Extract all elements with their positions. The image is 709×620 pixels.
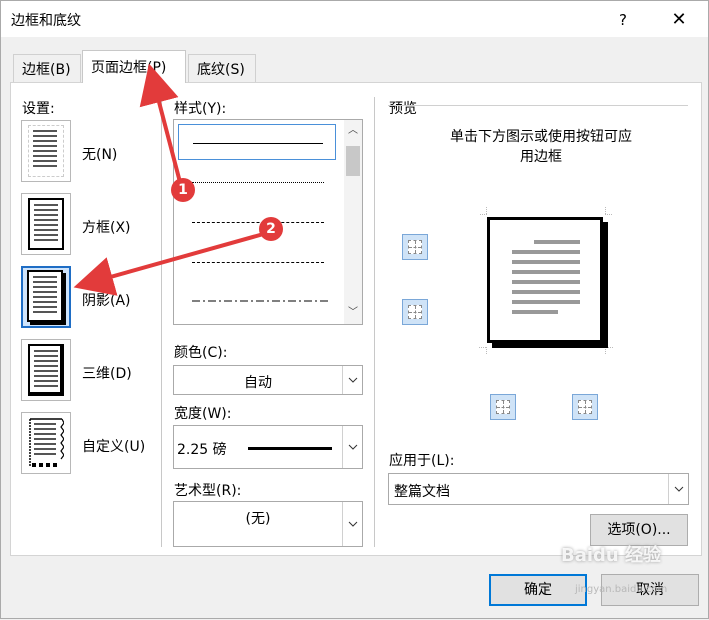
- help-button[interactable]: ?: [605, 7, 641, 33]
- corner-mark: [605, 207, 613, 215]
- border-right-icon: [578, 400, 592, 414]
- setting-box-label: 方框(X): [82, 220, 131, 236]
- setting-shadow[interactable]: [21, 266, 71, 328]
- style-item-solid[interactable]: [178, 124, 336, 160]
- setting-none[interactable]: [21, 120, 71, 182]
- border-left-icon: [496, 400, 510, 414]
- bottom-border-button[interactable]: [402, 299, 428, 325]
- preview-separator: [388, 105, 688, 106]
- ok-button[interactable]: 确定: [489, 574, 587, 606]
- dialog-title: 边框和底纹: [11, 13, 81, 29]
- border-bottom-icon: [408, 305, 422, 319]
- scroll-up-icon[interactable]: ︿: [344, 122, 362, 140]
- style-item-dashed-small[interactable]: [178, 204, 336, 240]
- style-list-scrollbar[interactable]: ︿ ﹀: [344, 120, 362, 324]
- setting-custom-label: 自定义(U): [82, 439, 146, 455]
- setting-shadow-page: [27, 270, 63, 322]
- setting-box[interactable]: [21, 193, 71, 255]
- apply-to-select[interactable]: 整篇文档: [388, 473, 689, 505]
- title-bar: 边框和底纹 ? ✕: [1, 1, 708, 37]
- custom-border-icon: [29, 418, 64, 467]
- scroll-down-icon[interactable]: ﹀: [344, 304, 362, 322]
- art-value: (无): [245, 511, 271, 527]
- close-button[interactable]: ✕: [661, 7, 697, 33]
- preview-hint: 单击下方图示或使用按钮可应 用边框: [450, 129, 632, 165]
- right-border-button[interactable]: [572, 394, 598, 420]
- width-line-sample: [248, 447, 332, 450]
- setting-3d-label: 三维(D): [82, 366, 132, 382]
- width-select[interactable]: 2.25 磅: [173, 425, 363, 469]
- chevron-down-icon[interactable]: [342, 502, 362, 546]
- scroll-thumb[interactable]: [346, 146, 360, 176]
- color-value: 自动: [244, 375, 272, 391]
- watermark-logo: Baidu 经验: [561, 545, 662, 566]
- tab-shading[interactable]: 底纹(S): [188, 54, 256, 82]
- style-item-dotted[interactable]: [178, 164, 336, 200]
- setting-box-page: [28, 198, 64, 250]
- setting-none-page: [28, 125, 64, 177]
- tab-page-border[interactable]: 页面边框(P): [82, 50, 186, 83]
- chevron-down-icon[interactable]: [342, 426, 362, 468]
- style-header: 样式(Y):: [174, 101, 227, 117]
- setting-none-label: 无(N): [82, 147, 118, 163]
- color-select[interactable]: 自动: [173, 365, 363, 395]
- art-label: 艺术型(R):: [174, 483, 242, 499]
- color-label: 颜色(C):: [174, 345, 228, 361]
- watermark-url: jingyan.baidu.com: [575, 584, 668, 595]
- corner-mark: [605, 347, 613, 355]
- corner-mark: [479, 207, 487, 215]
- art-select[interactable]: (无): [173, 501, 363, 547]
- left-border-button[interactable]: [490, 394, 516, 420]
- top-border-button[interactable]: [402, 234, 428, 260]
- corner-mark: [479, 347, 487, 355]
- chevron-down-icon[interactable]: [668, 474, 688, 504]
- width-value: 2.25 磅: [177, 442, 227, 458]
- apply-to-label: 应用于(L):: [389, 453, 455, 469]
- divider-right: [374, 97, 375, 547]
- border-top-icon: [408, 240, 422, 254]
- chevron-down-icon[interactable]: [342, 366, 362, 394]
- width-label: 宽度(W):: [174, 406, 232, 422]
- settings-header: 设置:: [22, 101, 55, 117]
- setting-3d[interactable]: [21, 339, 71, 401]
- annotation-badge-2: 2: [259, 217, 283, 241]
- style-item-dashed[interactable]: [178, 244, 336, 280]
- setting-3d-page: [28, 344, 64, 396]
- annotation-badge-1: 1: [171, 178, 195, 202]
- apply-to-value: 整篇文档: [394, 484, 450, 500]
- preview-page[interactable]: [487, 217, 603, 343]
- divider-left: [161, 97, 162, 547]
- borders-shading-dialog: 边框和底纹 ? ✕ 边框(B) 页面边框(P) 底纹(S) 设置: 无(N) 方…: [0, 0, 709, 619]
- tab-borders[interactable]: 边框(B): [13, 54, 81, 82]
- style-item-dash-dot[interactable]: [178, 284, 336, 320]
- setting-custom[interactable]: [21, 412, 71, 474]
- preview-header: 预览: [389, 101, 417, 117]
- setting-shadow-label: 阴影(A): [82, 293, 131, 309]
